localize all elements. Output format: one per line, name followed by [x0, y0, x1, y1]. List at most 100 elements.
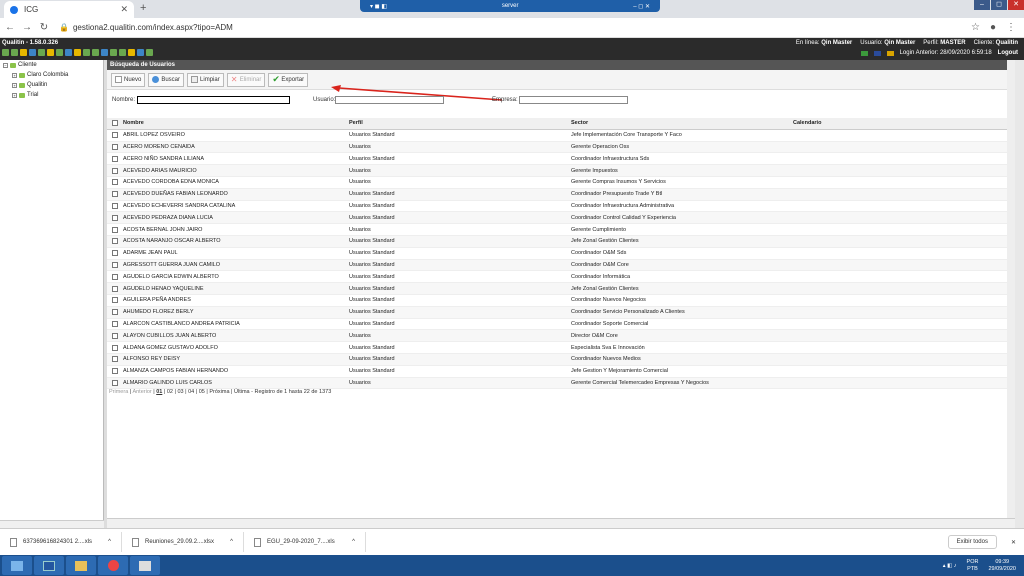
expand-icon[interactable]: + [12, 82, 17, 88]
row-checkbox[interactable] [112, 155, 118, 162]
module-icon[interactable] [74, 49, 81, 56]
tree-root[interactable]: − Cliente [0, 60, 103, 70]
main-vscrollbar[interactable] [1007, 60, 1015, 528]
taskbar-app[interactable] [130, 556, 160, 575]
table-row[interactable]: ALAYON CUBILLOS JUAN ALBERTO Usuarios Dire… [107, 330, 1015, 343]
expand-icon[interactable]: + [12, 72, 17, 78]
table-row[interactable]: ABRIL LOPEZ OSVEIRO Usuarios Standard Jefe… [107, 130, 1015, 142]
module-icon[interactable] [56, 49, 63, 56]
row-checkbox[interactable] [112, 356, 118, 363]
table-row[interactable]: ACEVEDO ARIAS MAURICIO Usuarios Gerente Im… [107, 165, 1015, 177]
col-nombre[interactable]: Nombre [123, 120, 349, 126]
row-checkbox[interactable] [112, 191, 118, 198]
row-checkbox[interactable] [112, 309, 118, 316]
rdp-controls-icon[interactable]: – ◻ ✕ [633, 3, 650, 10]
chevron-up-icon[interactable]: ^ [108, 539, 111, 545]
download-item[interactable]: 637369616824301 2....xls ^ [0, 532, 122, 552]
row-checkbox[interactable] [112, 320, 118, 327]
limpiar-button[interactable]: Limpiar [187, 72, 224, 87]
start-button[interactable] [2, 556, 32, 575]
table-row[interactable]: ALDANA GOMEZ GUSTAVO ADOLFO Usuarios Stan… [107, 342, 1015, 354]
tree-item-trial[interactable]: + Trial [0, 90, 103, 100]
module-icon[interactable] [2, 49, 9, 56]
expand-icon[interactable]: + [12, 92, 17, 98]
flag-uk-icon[interactable] [873, 50, 881, 56]
main-hscrollbar[interactable] [107, 518, 1015, 528]
pager-first[interactable]: Primera [109, 389, 128, 395]
eliminar-button[interactable]: ✕ Eliminar [226, 72, 266, 87]
rdp-pin-icon[interactable]: ▾ ◼ ◧ [370, 3, 387, 10]
table-row[interactable]: ACEVEDO DUEÑAS FABIAN LEONARDO Usuarios S… [107, 188, 1015, 201]
col-calendario[interactable]: Calendario [793, 120, 1015, 126]
table-row[interactable]: ACERO MORENO CENAIDA Usuarios Gerente Oper… [107, 141, 1015, 154]
module-icon[interactable] [128, 49, 135, 56]
menu-icon[interactable]: ⋮ [1006, 22, 1016, 33]
browser-tab[interactable]: ICG ✕ [4, 1, 134, 18]
row-checkbox[interactable] [112, 379, 118, 386]
table-row[interactable]: ACOSTA BERNAL JOHN JAIRO Usuarios Gerente … [107, 224, 1015, 236]
pager-next[interactable]: Próxima [209, 389, 229, 395]
tree-item-qualitin[interactable]: + Qualitin [0, 80, 103, 90]
pager-prev[interactable]: Anterior [132, 389, 151, 395]
table-row[interactable]: ACOSTA NARANJO OSCAR ALBERTO Usuarios Sta… [107, 235, 1015, 248]
table-row[interactable]: AHUMEDO FLOREZ BERLY Usuarios Standard Coo… [107, 306, 1015, 319]
flag-es-icon[interactable] [886, 50, 894, 56]
row-checkbox[interactable] [112, 273, 118, 280]
row-checkbox[interactable] [112, 167, 118, 174]
chevron-up-icon[interactable]: ^ [352, 539, 355, 545]
module-icon[interactable] [119, 49, 126, 56]
clock[interactable]: 09:39 29/09/2020 [988, 559, 1016, 573]
pager-page[interactable]: 01 [156, 389, 162, 395]
nuevo-button[interactable]: Nuevo [111, 72, 146, 87]
module-icon[interactable] [92, 49, 99, 56]
flag-br-icon[interactable] [860, 50, 868, 56]
table-row[interactable]: ALMARIO GALINDO LUIS CARLOS Usuarios Geren… [107, 377, 1015, 390]
row-checkbox[interactable] [112, 368, 118, 375]
module-icon[interactable] [65, 49, 72, 56]
row-checkbox[interactable] [112, 202, 118, 209]
restore-icon[interactable]: ◻ [991, 0, 1007, 10]
module-icon[interactable] [137, 49, 144, 56]
sidebar-hscrollbar[interactable] [0, 520, 104, 528]
chevron-up-icon[interactable]: ^ [230, 539, 233, 545]
module-icon[interactable] [47, 49, 54, 56]
tree-item-claro[interactable]: + Claro Colombia [0, 70, 103, 80]
module-icon[interactable] [29, 49, 36, 56]
url-field[interactable]: 🔒 gestiona2.qualitin.com/index.aspx?tipo… [59, 23, 233, 32]
tray-icons[interactable]: ▴ ◧ ♪ [943, 563, 957, 569]
module-icon[interactable] [101, 49, 108, 56]
pager-page[interactable]: 05 [199, 389, 205, 395]
logout-link[interactable]: Logout [998, 50, 1018, 56]
module-icon[interactable] [110, 49, 117, 56]
module-icon[interactable] [38, 49, 45, 56]
table-row[interactable]: ALFONSO REY DEISY Usuarios Standard Coordi… [107, 353, 1015, 366]
table-row[interactable]: ACEVEDO CORDOBA EDNA MONICA Usuarios Geren… [107, 177, 1015, 189]
close-tab-icon[interactable]: ✕ [120, 4, 128, 15]
page-vscrollbar[interactable] [1015, 60, 1024, 528]
show-all-button[interactable]: Exibir todos [947, 535, 997, 549]
row-checkbox[interactable] [112, 132, 118, 139]
reload-icon[interactable]: ↻ [37, 22, 51, 33]
table-row[interactable]: ALMANZA CAMPOS FABIAN HERNANDO Usuarios S… [107, 366, 1015, 378]
module-icon[interactable] [146, 49, 153, 56]
row-checkbox[interactable] [112, 214, 118, 221]
bookmark-star-icon[interactable]: ☆ [971, 22, 980, 33]
table-row[interactable]: ADARME JEAN PAUL Usuarios Standard Coordin… [107, 248, 1015, 260]
table-row[interactable]: ALARCON CASTIBLANCO ANDREA PATRICIA Usuar… [107, 319, 1015, 331]
close-window-icon[interactable]: ✕ [1008, 0, 1024, 10]
row-checkbox[interactable] [112, 238, 118, 245]
download-item[interactable]: EGU_29-09-2020_7....xls ^ [244, 532, 366, 552]
row-checkbox[interactable] [112, 297, 118, 304]
exportar-button[interactable]: ✔ Exportar [268, 72, 309, 87]
row-checkbox[interactable] [112, 344, 118, 351]
table-row[interactable]: AGUDELO HENAO YAQUELINE Usuarios Standard… [107, 283, 1015, 295]
buscar-button[interactable]: Buscar [148, 72, 185, 87]
table-row[interactable]: AGUDELO GARCIA EDWIN ALBERTO Usuarios Sta… [107, 271, 1015, 284]
pager-page[interactable]: 03 [177, 389, 183, 395]
taskbar-powershell[interactable] [34, 556, 64, 575]
row-checkbox[interactable] [112, 332, 118, 339]
module-icon[interactable] [20, 49, 27, 56]
taskbar-explorer[interactable] [66, 556, 96, 575]
table-row[interactable]: ACEVEDO PEDRAZA DIANA LUCIA Usuarios Stan… [107, 212, 1015, 225]
row-checkbox[interactable] [112, 226, 118, 233]
